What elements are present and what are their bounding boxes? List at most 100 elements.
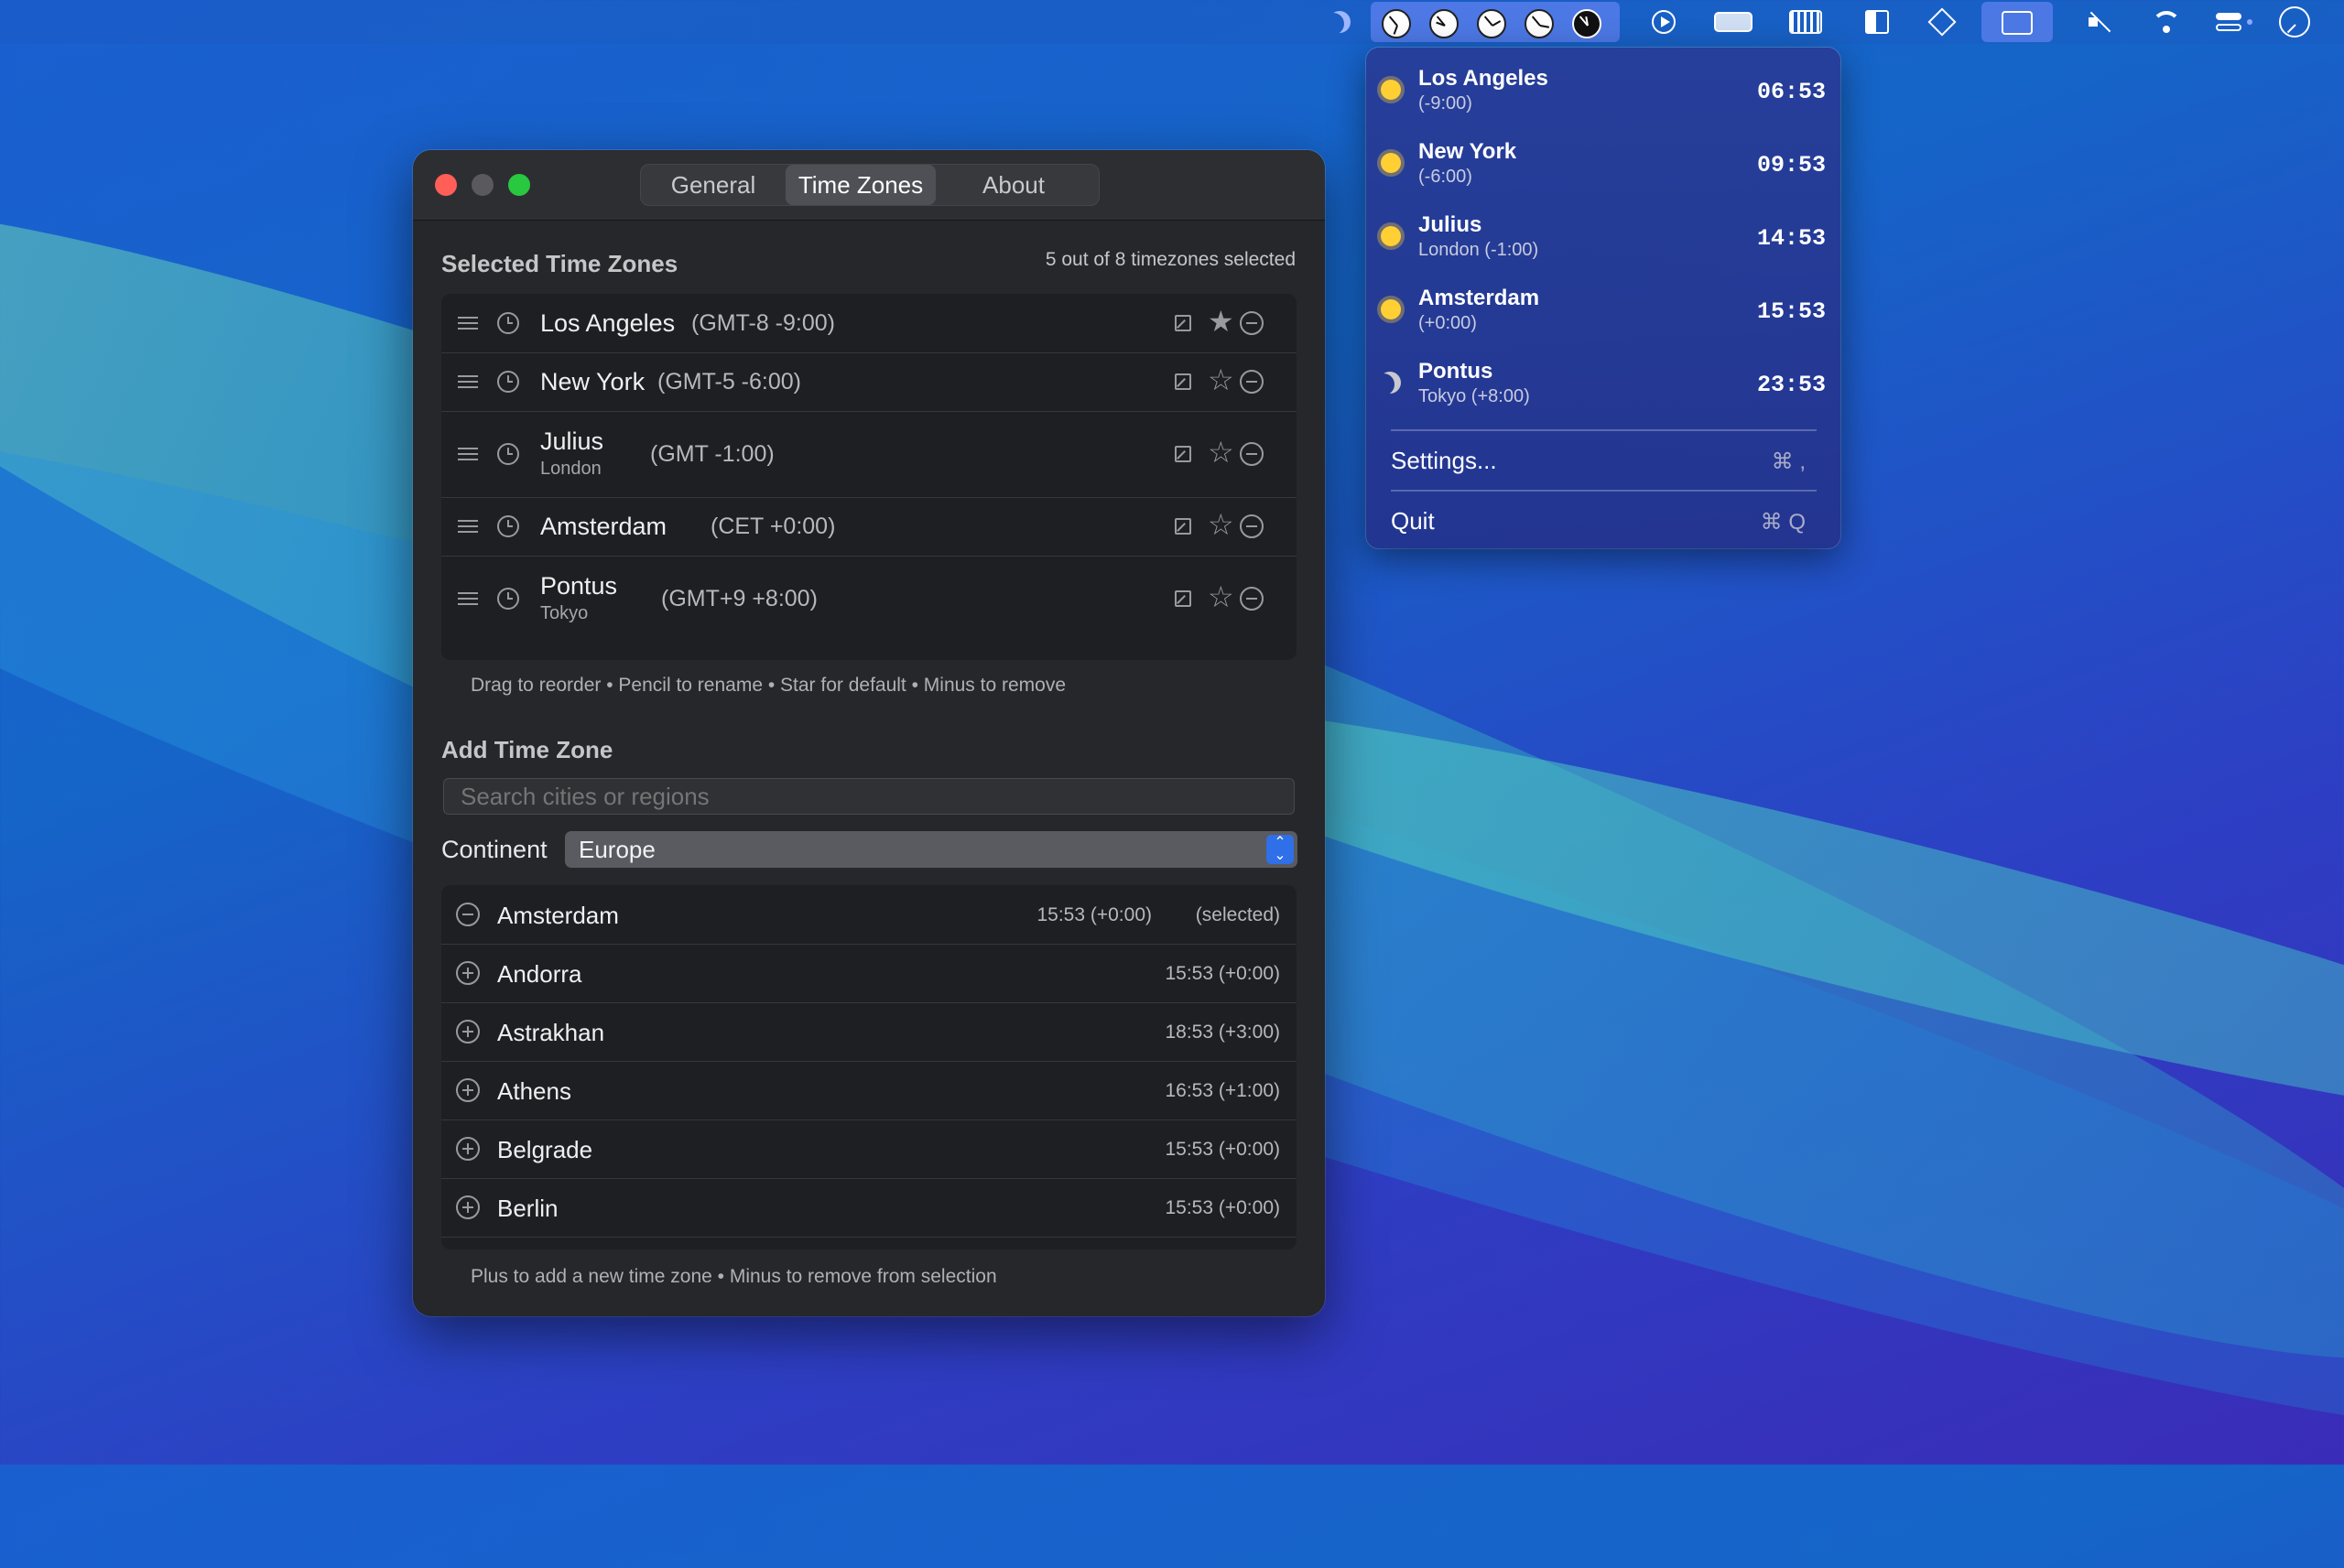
control-center-icon[interactable] (2208, 5, 2260, 38)
city-name: Amsterdam (497, 902, 619, 929)
drag-handle-icon[interactable] (458, 317, 478, 330)
quit-menu-item[interactable]: Quit (1391, 507, 1435, 535)
play-icon[interactable] (1645, 5, 1682, 38)
sun-icon (1381, 226, 1401, 246)
drag-handle-icon[interactable] (458, 448, 478, 460)
layers-icon[interactable] (1924, 5, 1960, 38)
tab-general[interactable]: General (641, 165, 786, 205)
menu-zone-item[interactable]: Amsterdam (+0:00) 15:53 (1366, 267, 1840, 341)
minus-circle-icon[interactable] (1240, 370, 1264, 394)
menu-zone-time: 14:53 (1756, 225, 1826, 252)
settings-shortcut: ⌘ , (1771, 449, 1806, 474)
clock-menu-extra[interactable] (1371, 2, 1620, 42)
zone-offset: (GMT -1:00) (650, 441, 775, 467)
menu-zone-time: 15:53 (1756, 298, 1826, 325)
sun-icon (1381, 153, 1401, 173)
menu-zone-city: Pontus (1418, 359, 1493, 384)
selected-zone-row[interactable]: Amsterdam (CET +0:00) ☆ (441, 497, 1297, 557)
selected-zone-row[interactable]: Los Angeles (GMT-8 -9:00) ★ (441, 294, 1297, 353)
clock-outline-icon[interactable] (2276, 5, 2313, 38)
zoom-button[interactable] (508, 174, 530, 196)
settings-menu-item[interactable]: Settings... (1391, 447, 1497, 475)
city-row[interactable]: Belgrade 15:53 (+0:00) (441, 1119, 1297, 1179)
menu-zone-item[interactable]: New York (-6:00) 09:53 (1366, 121, 1840, 194)
moon-icon[interactable] (1321, 5, 1358, 38)
keyboard-icon[interactable] (1785, 5, 1826, 38)
zone-name: Los Angeles (540, 309, 676, 337)
city-row[interactable]: Andorra 15:53 (+0:00) (441, 944, 1297, 1003)
window-icon[interactable] (1981, 2, 2053, 42)
search-input[interactable] (443, 778, 1295, 815)
city-row[interactable]: Astrakhan 18:53 (+3:00) (441, 1002, 1297, 1062)
menu-zone-city: New York (1418, 139, 1517, 164)
clock-icon (1429, 9, 1459, 38)
clock-icon (497, 312, 519, 334)
quit-shortcut: ⌘ Q (1760, 510, 1806, 535)
city-name: Berlin (497, 1195, 559, 1222)
minus-circle-icon[interactable] (1240, 514, 1264, 538)
battery-charging-icon[interactable] (1708, 5, 1759, 38)
plus-circle-icon[interactable] (456, 1020, 480, 1044)
zone-name: Pontus (540, 572, 618, 600)
menu-zone-city: Julius (1418, 212, 1482, 237)
menu-zone-time: 09:53 (1756, 152, 1826, 178)
star-filled-icon[interactable]: ★ (1208, 307, 1234, 336)
pencil-icon[interactable] (1175, 590, 1191, 607)
title-bar: General Time Zones About (413, 150, 1325, 221)
city-time: 15:53 (+0:00) (1036, 904, 1152, 925)
star-icon[interactable]: ☆ (1208, 510, 1234, 539)
drag-handle-icon[interactable] (458, 375, 478, 388)
minus-circle-icon[interactable] (1240, 442, 1264, 466)
plus-circle-icon[interactable] (456, 961, 480, 985)
city-row[interactable]: Athens 16:53 (+1:00) (441, 1061, 1297, 1120)
city-name: Andorra (497, 960, 582, 988)
menu-zone-offset: London (-1:00) (1418, 240, 1539, 260)
star-icon[interactable]: ☆ (1208, 582, 1234, 611)
minimize-button[interactable] (472, 174, 494, 196)
menu-zone-item[interactable]: Julius London (-1:00) 14:53 (1366, 194, 1840, 267)
drag-handle-icon[interactable] (458, 592, 478, 605)
drag-handle-icon[interactable] (458, 520, 478, 533)
minus-circle-icon[interactable] (456, 903, 480, 926)
tab-time-zones[interactable]: Time Zones (786, 165, 936, 205)
clock-icon (497, 443, 519, 465)
menu-zone-item[interactable]: Los Angeles (-9:00) 06:53 (1366, 48, 1840, 121)
pencil-icon[interactable] (1175, 315, 1191, 331)
pencil-icon[interactable] (1175, 518, 1191, 535)
city-time: 16:53 (+1:00) (1165, 1080, 1280, 1101)
plus-circle-icon[interactable] (456, 1137, 480, 1161)
selected-zone-row[interactable]: New York (GMT-5 -6:00) ☆ (441, 352, 1297, 412)
tab-about[interactable]: About (936, 165, 1091, 205)
menu-separator (1391, 429, 1817, 431)
selected-zone-row[interactable]: Pontus Tokyo (GMT+9 +8:00) ☆ (441, 556, 1297, 642)
city-row[interactable]: Amsterdam 15:53 (+0:00) (selected) (441, 885, 1297, 945)
continent-select[interactable]: Europe ⌃ ⌄ (565, 831, 1297, 868)
city-row[interactable]: Berlin 15:53 (+0:00) (441, 1178, 1297, 1238)
city-name: Belgrade (497, 1136, 593, 1163)
layout-icon[interactable] (1859, 5, 1895, 38)
minus-circle-icon[interactable] (1240, 587, 1264, 611)
clock-icon (1525, 9, 1554, 38)
minus-circle-icon[interactable] (1240, 311, 1264, 335)
menu-zone-offset: (+0:00) (1418, 313, 1477, 333)
add-zone-hint: Plus to add a new time zone • Minus to r… (471, 1266, 997, 1287)
pencil-icon[interactable] (1175, 446, 1191, 462)
close-button[interactable] (435, 174, 457, 196)
pencil-icon[interactable] (1175, 373, 1191, 390)
selected-zone-row[interactable]: Julius London (GMT -1:00) ☆ (441, 411, 1297, 498)
plus-circle-icon[interactable] (456, 1195, 480, 1219)
star-icon[interactable]: ☆ (1208, 438, 1234, 467)
clock-icon (1572, 9, 1601, 38)
continent-value: Europe (579, 836, 656, 863)
wifi-icon[interactable] (2148, 5, 2185, 38)
menu-zone-city: Amsterdam (1418, 286, 1540, 310)
continent-label: Continent (441, 836, 548, 863)
city-name: Athens (497, 1077, 571, 1105)
zone-name: New York (540, 368, 646, 395)
mute-icon[interactable] (2080, 5, 2117, 38)
plus-circle-icon[interactable] (456, 1078, 480, 1102)
add-time-zone-title: Add Time Zone (441, 736, 613, 763)
star-icon[interactable]: ☆ (1208, 365, 1234, 395)
city-time: 15:53 (+0:00) (1165, 1197, 1280, 1218)
menu-zone-item[interactable]: Pontus Tokyo (+8:00) 23:53 (1366, 341, 1840, 414)
